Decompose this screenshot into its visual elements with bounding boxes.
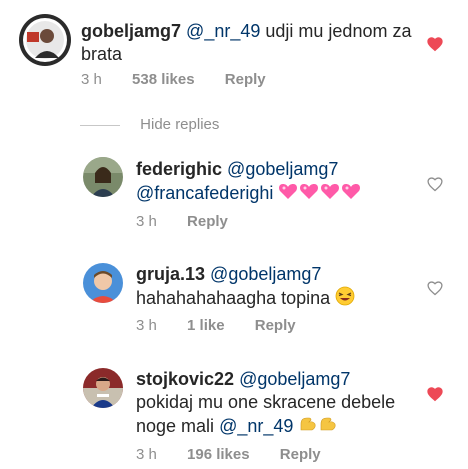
comment-body: udji mu jednom za	[265, 21, 412, 41]
avatar[interactable]	[83, 263, 123, 303]
comment-time: 3 h	[136, 446, 157, 463]
comment-time: 3 h	[136, 213, 157, 230]
avatar-image	[19, 14, 71, 66]
comment-username[interactable]: stojkovic22	[136, 369, 234, 389]
comment-text-line2: pokidaj mu one skracene debele	[136, 392, 396, 412]
flexed-biceps-emoji	[298, 414, 338, 440]
mention-link[interactable]: @gobeljamg7	[210, 264, 321, 284]
mention-link[interactable]: @_nr_49	[186, 21, 260, 41]
heart-filled-icon[interactable]	[426, 386, 444, 402]
comment-body: hahahahahaagha topina	[136, 287, 331, 308]
reply-button[interactable]: Reply	[187, 213, 228, 230]
reply-item: stojkovic22 @gobeljamg7 pokidaj mu one s…	[0, 360, 468, 469]
comment-username[interactable]: gruja.13	[136, 264, 205, 284]
avatar-image	[83, 263, 123, 303]
likes-count[interactable]: 196 likes	[187, 446, 250, 463]
comment-time: 3 h	[136, 317, 157, 334]
sparkling-hearts-emoji	[278, 181, 362, 207]
comment-text: federighic @gobeljamg7	[136, 158, 338, 181]
comment-meta: 3 h 1 like Reply	[136, 317, 296, 334]
reply-button[interactable]: Reply	[225, 71, 266, 88]
mention-link[interactable]: @_nr_49	[219, 416, 293, 436]
avatar-image	[83, 157, 123, 197]
reply-button[interactable]: Reply	[255, 317, 296, 334]
avatar[interactable]	[83, 157, 123, 197]
mention-link[interactable]: @francafederighi	[136, 183, 273, 203]
comment-meta: 3 h 538 likes Reply	[81, 71, 266, 88]
comment-text: gobeljamg7 @_nr_49 udji mu jednom za	[81, 20, 411, 43]
avatar[interactable]	[83, 368, 123, 408]
heart-filled-icon[interactable]	[426, 36, 444, 52]
comment-text-line2: @francafederighi	[136, 181, 362, 207]
comment-meta: 3 h 196 likes Reply	[136, 446, 321, 463]
comment-text: gruja.13 @gobeljamg7	[136, 263, 321, 286]
hide-replies-label: Hide replies	[140, 116, 220, 133]
comment-text-line3: noge mali @_nr_49	[136, 414, 338, 440]
comment-body: noge mali	[136, 415, 215, 436]
mention-link[interactable]: @gobeljamg7	[227, 159, 338, 179]
reply-button[interactable]: Reply	[280, 446, 321, 463]
reply-item: federighic @gobeljamg7 @francafederighi	[0, 150, 468, 240]
avatar-image	[83, 368, 123, 408]
reply-item: gruja.13 @gobeljamg7 hahahahahaagha topi…	[0, 255, 468, 345]
comment-text-line2: brata	[81, 44, 123, 64]
comment-meta: 3 h Reply	[136, 213, 228, 230]
hide-replies-button[interactable]: Hide replies	[80, 116, 219, 133]
comment-text: stojkovic22 @gobeljamg7	[136, 368, 350, 391]
heart-outline-icon[interactable]	[426, 280, 444, 296]
comment-username[interactable]: federighic	[136, 159, 222, 179]
likes-count[interactable]: 538 likes	[132, 71, 195, 88]
comment-item: gobeljamg7 @_nr_49 udji mu jednom za bra…	[0, 0, 468, 100]
avatar[interactable]	[19, 14, 71, 66]
laughing-face-emoji	[335, 286, 355, 312]
comment-username[interactable]: gobeljamg7	[81, 21, 181, 41]
heart-outline-icon[interactable]	[426, 176, 444, 192]
mention-link[interactable]: @gobeljamg7	[239, 369, 350, 389]
comment-text-line2: hahahahahaagha topina	[136, 286, 355, 312]
likes-count[interactable]: 1 like	[187, 317, 225, 334]
divider-line	[80, 124, 120, 126]
comment-time: 3 h	[81, 71, 102, 88]
